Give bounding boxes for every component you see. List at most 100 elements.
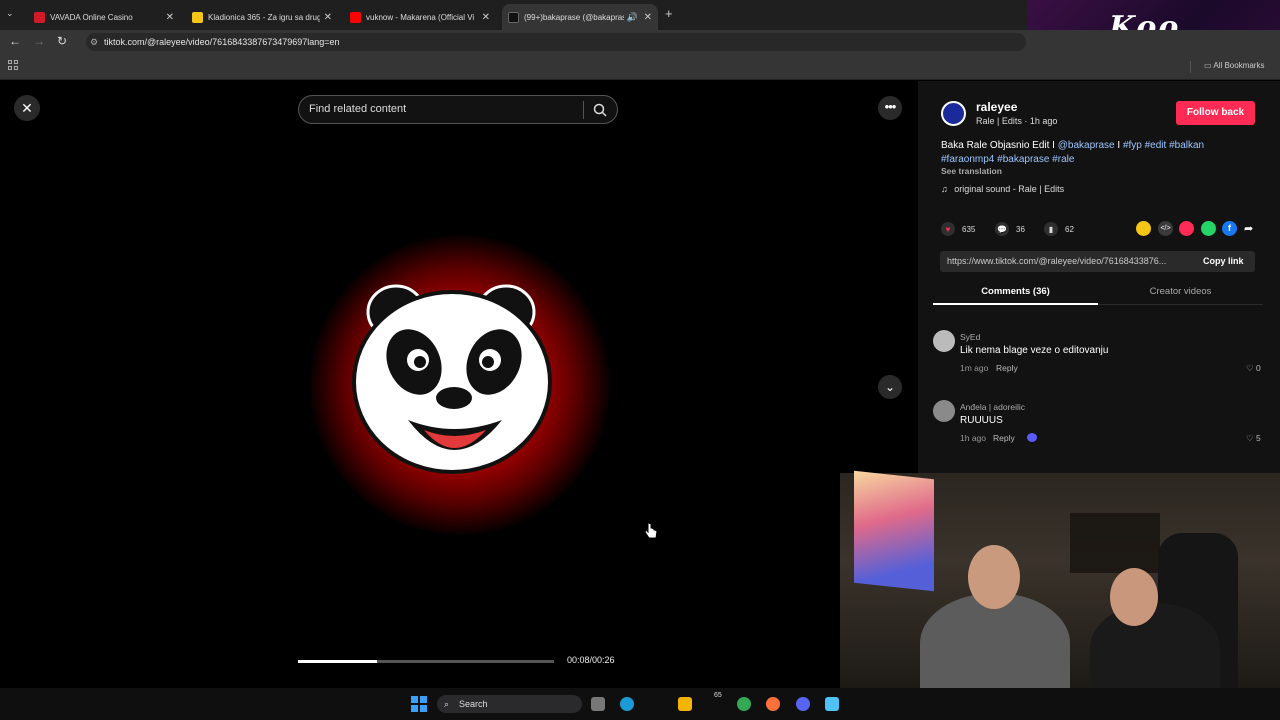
kladionica-favicon-icon (192, 11, 203, 23)
forward-arrow-icon[interactable]: → (33, 34, 45, 48)
url-text: tiktok.com/@raleyee/video/76168433876734… (104, 37, 340, 47)
comment-icon: 💬 (995, 222, 1009, 236)
task-view-icon[interactable] (591, 697, 605, 711)
reload-icon[interactable]: ↻ (57, 34, 67, 48)
taskbar-search[interactable]: ⌕ Search (437, 695, 582, 713)
new-tab-button[interactable]: + (665, 6, 673, 21)
comment-like-button[interactable]: ♡ 5 (1246, 433, 1261, 444)
whatsapp-icon[interactable] (1201, 221, 1216, 236)
room-window (1070, 513, 1160, 573)
search-icon: ⌕ (444, 699, 450, 709)
mention-link[interactable]: @bakaprase (1058, 140, 1115, 151)
notepad-icon[interactable] (825, 697, 839, 711)
file-explorer-icon[interactable] (678, 697, 692, 711)
tab-kladionica[interactable]: Kladionica 365 - Za igru sa druge ✕ (186, 4, 338, 30)
folder-icon: ▭ (1204, 61, 1212, 70)
search-input[interactable]: Find related content (309, 103, 406, 115)
comment-like-count: 0 (1256, 363, 1261, 373)
firefox-icon[interactable] (766, 697, 780, 711)
close-icon[interactable]: ✕ (482, 12, 490, 23)
comment-text: Lik nema blage veze o editovanju (960, 345, 1109, 356)
close-icon[interactable]: ✕ (644, 12, 652, 23)
share-arrow-icon[interactable]: ➦ (1244, 222, 1253, 235)
bookmark-icon: ▮ (1044, 222, 1058, 236)
vavada-favicon-icon (34, 11, 45, 23)
more-dots-icon: ••• (884, 99, 897, 114)
share-link-box[interactable]: https://www.tiktok.com/@raleyee/video/76… (940, 251, 1255, 272)
related-search-box[interactable]: Find related content (298, 95, 618, 124)
edge-icon[interactable] (620, 697, 634, 711)
video-description: Baka Rale Objasnio Edit I @bakaprase I #… (941, 139, 1261, 167)
webcam-overlay (840, 470, 1280, 693)
close-icon[interactable]: ✕ (166, 12, 174, 23)
follow-back-button[interactable]: Follow back (1176, 101, 1255, 125)
speaker-icon[interactable]: 🔊 (627, 12, 638, 23)
tab-youtube[interactable]: vuknow - Makarena (Official Vi ✕ (344, 4, 496, 30)
like-count: 635 (962, 224, 976, 234)
description-text: Baka Rale Objasnio Edit I (941, 140, 1055, 151)
sound-label: original sound - Rale | Edits (954, 184, 1065, 194)
hashtags-line1[interactable]: #fyp #edit #balkan (1123, 140, 1204, 151)
see-translation-link[interactable]: See translation (941, 166, 1002, 176)
monitor-glow (854, 470, 934, 592)
facebook-icon[interactable]: f (1222, 221, 1237, 236)
person-right-head (1110, 568, 1158, 626)
reply-button[interactable]: Reply (993, 433, 1015, 443)
author-username[interactable]: raleyee (976, 100, 1017, 114)
gift-share-icon[interactable] (1136, 221, 1151, 236)
author-avatar[interactable] (941, 101, 966, 126)
taskbar-badge: 65 (714, 692, 722, 699)
url-field[interactable]: ⚙ tiktok.com/@raleyee/video/761684338767… (86, 33, 1026, 51)
next-video-button[interactable]: ⌄ (878, 375, 902, 399)
heart-outline-icon: ♡ (1246, 433, 1254, 443)
tab-creator-videos[interactable]: Creator videos (1098, 286, 1263, 297)
comment-like-button[interactable]: ♡ 0 (1246, 363, 1261, 374)
creator-liked-icon (1027, 433, 1037, 442)
chevron-down-icon: ⌄ (884, 380, 896, 394)
apps-grid-icon[interactable] (8, 60, 18, 70)
like-button[interactable]: ♥ 635 (941, 222, 975, 236)
more-options-button[interactable]: ••• (878, 96, 902, 120)
send-to-friends-icon[interactable] (1179, 221, 1194, 236)
all-bookmarks-button[interactable]: ▭ All Bookmarks (1204, 61, 1264, 70)
video-time: 00:08/00:26 (567, 655, 615, 665)
reply-button[interactable]: Reply (996, 363, 1018, 373)
tab-tiktok[interactable]: (99+)bakaprase (@bakapras 🔊 ✕ (502, 4, 658, 30)
hashtags-line2[interactable]: #faraonmp4 #bakaprase #rale (941, 154, 1074, 165)
taskbar-search-label: Search (459, 699, 488, 709)
tab-comments[interactable]: Comments (36) (933, 286, 1098, 297)
comment-text: RUUUUS (960, 415, 1003, 426)
back-arrow-icon[interactable]: ← (9, 34, 21, 48)
save-button[interactable]: ▮ 62 (1044, 222, 1074, 236)
close-icon[interactable]: ✕ (324, 12, 332, 23)
youtube-favicon-icon (350, 11, 361, 23)
close-video-button[interactable]: ✕ (14, 95, 40, 121)
author-subline: Rale | Edits · 1h ago (976, 116, 1058, 126)
comment-username[interactable]: Anđela | adoreilic (960, 402, 1025, 412)
heart-icon: ♥ (941, 222, 955, 236)
music-note-icon: ♫ (941, 184, 948, 194)
avatar[interactable] (933, 330, 955, 352)
tab-vavada[interactable]: VAVADA Online Casino ✕ (28, 4, 180, 30)
hand-cursor-icon (644, 522, 658, 539)
save-count: 62 (1065, 224, 1074, 234)
share-link-url: https://www.tiktok.com/@raleyee/video/76… (947, 256, 1167, 266)
discord-icon[interactable] (796, 697, 810, 711)
chrome-icon[interactable] (737, 697, 751, 711)
search-icon[interactable] (593, 103, 607, 117)
progress-fill (298, 660, 378, 663)
embed-icon[interactable]: </> (1158, 221, 1173, 236)
windows-start-icon[interactable] (411, 696, 427, 712)
avatar[interactable] (933, 400, 955, 422)
tab-title: Kladionica 365 - Za igru sa druge (208, 12, 320, 22)
tab-search-icon[interactable]: ⌄ (6, 8, 14, 19)
sound-row[interactable]: ♫ original sound - Rale | Edits (941, 184, 1064, 194)
copy-link-button[interactable]: Copy link (1203, 251, 1244, 272)
comment-button[interactable]: 💬 36 (995, 222, 1025, 236)
site-info-icon[interactable]: ⚙ (90, 33, 98, 51)
progress-bar[interactable] (298, 660, 554, 663)
tab-title: vuknow - Makarena (Official Vi (366, 12, 475, 22)
heart-outline-icon: ♡ (1246, 363, 1254, 373)
active-tab-indicator (933, 303, 1098, 305)
comment-username[interactable]: SyEd (960, 332, 980, 342)
